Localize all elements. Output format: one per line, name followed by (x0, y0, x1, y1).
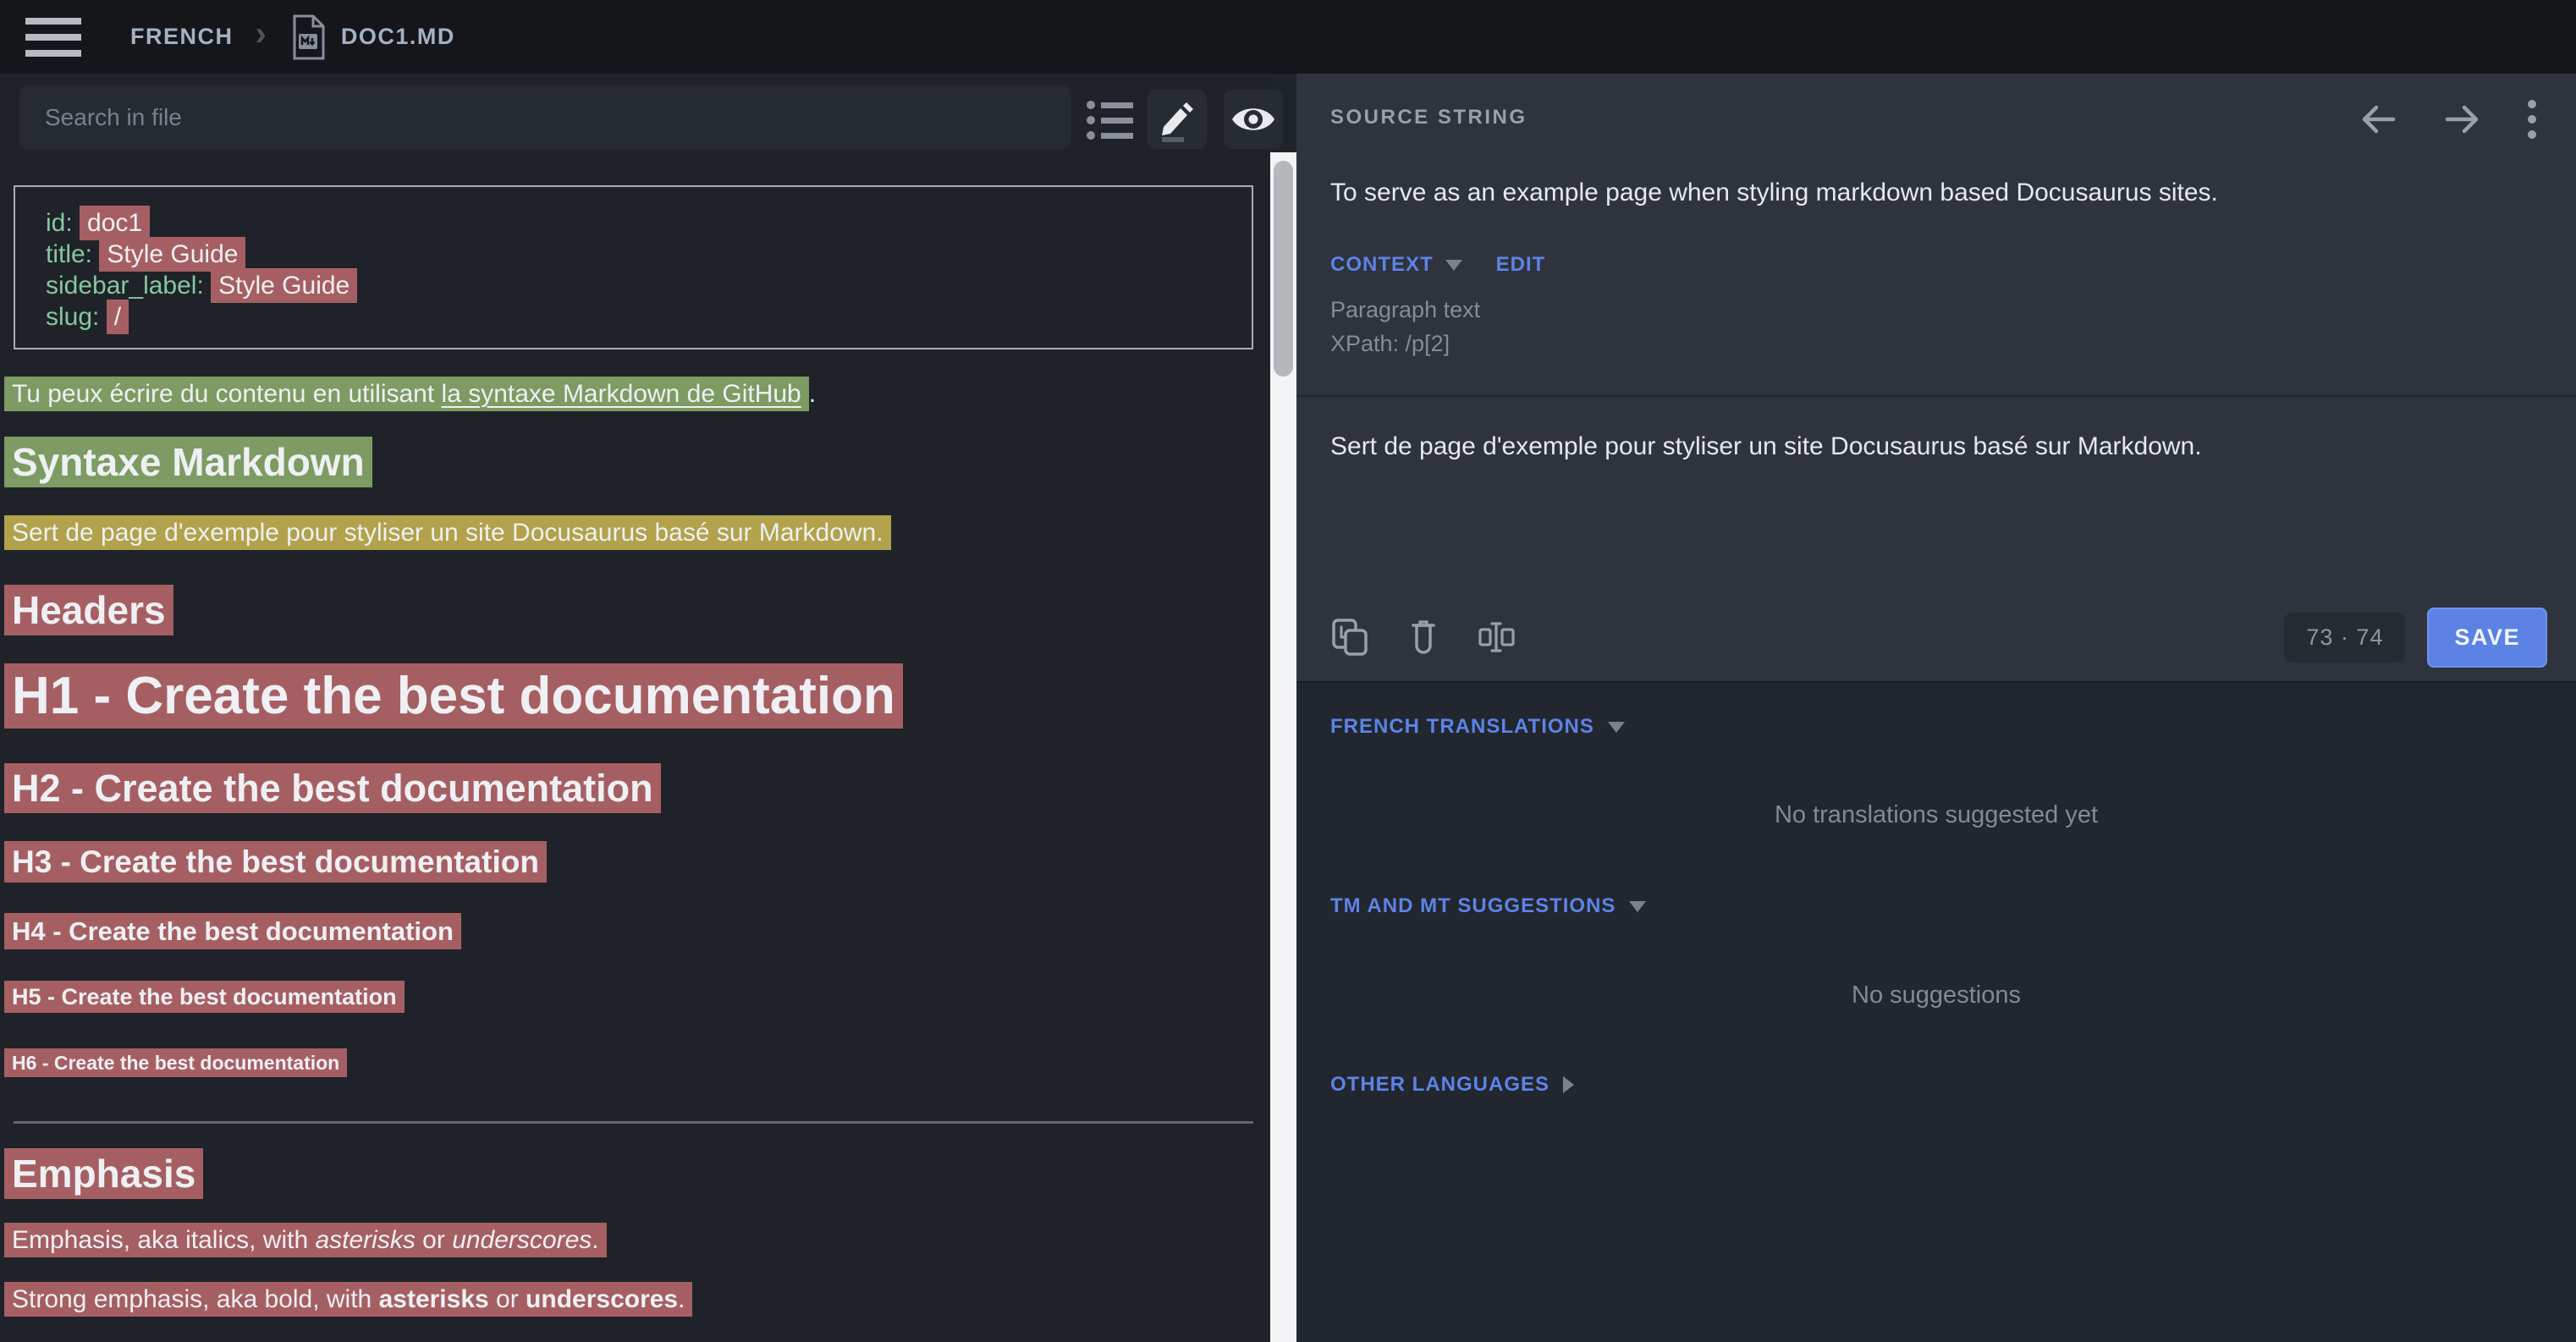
markdown-file-icon (289, 14, 328, 61)
translation-input[interactable]: Sert de page d'exemple pour styliser un … (1330, 429, 2525, 581)
text-cursor-field-icon (1478, 617, 1516, 657)
context-toggle[interactable]: CONTEXT (1330, 253, 1434, 277)
string-heading-headers[interactable]: Headers (4, 587, 173, 633)
delete-translation-button[interactable] (1406, 617, 1440, 657)
string-h3[interactable]: H3 - Create the best documentation (4, 844, 547, 880)
breadcrumb-file[interactable]: DOC1.MD (341, 24, 455, 50)
strong-text: . (678, 1285, 685, 1313)
arrow-right-icon (2442, 100, 2483, 139)
breadcrumb-separator: › (256, 15, 267, 53)
translation-toolbar: 73 · 74 SAVE (1330, 603, 2547, 671)
markdown-syntax-link[interactable]: la syntaxe Markdown de GitHub (442, 380, 801, 408)
chevron-right-icon[interactable] (1563, 1076, 1574, 1093)
copy-source-icon (1330, 617, 1369, 657)
previous-string-button[interactable] (2358, 100, 2398, 139)
horizontal-rule (14, 1121, 1253, 1124)
editor-divider (1296, 395, 2576, 397)
intro-period: . (809, 380, 816, 408)
string-active-paragraph[interactable]: Sert de page d'exemple pour styliser un … (4, 519, 891, 547)
em-text: or (416, 1226, 452, 1254)
scrollbar-thumb[interactable] (1274, 161, 1293, 377)
next-string-button[interactable] (2442, 100, 2483, 139)
string-frontmatter-sidebar-label[interactable]: Style Guide (211, 268, 357, 303)
character-counter: 73 · 74 (2284, 613, 2405, 663)
preview-mode-button[interactable] (1224, 90, 1283, 149)
frontmatter-key: slug: (46, 303, 107, 331)
frontmatter-key: id: (46, 209, 80, 237)
pencil-icon (1155, 96, 1199, 142)
other-languages-toggle[interactable]: OTHER LANGUAGES (1330, 1073, 1549, 1097)
frontmatter-key: sidebar_label: (46, 272, 211, 300)
suggestions-area: FRENCH TRANSLATIONS No translations sugg… (1296, 681, 2576, 1342)
edit-context-link[interactable]: EDIT (1496, 253, 1546, 277)
arrow-left-icon (2358, 100, 2398, 139)
string-frontmatter-title[interactable]: Style Guide (99, 237, 245, 272)
string-emphasis-bold[interactable]: Strong emphasis, aka bold, with asterisk… (4, 1285, 692, 1314)
frontmatter-key: title: (46, 240, 99, 268)
string-h5[interactable]: H5 - Create the best documentation (4, 984, 405, 1010)
more-options-button[interactable] (2527, 99, 2537, 140)
chevron-down-icon[interactable] (1445, 260, 1462, 271)
string-h2[interactable]: H2 - Create the best documentation (4, 767, 661, 811)
intro-text: Tu peux écrire du contenu en utilisant (12, 380, 442, 408)
eye-icon (1230, 100, 1277, 139)
top-bar: FRENCH › DOC1.MD (0, 0, 2576, 74)
string-h1[interactable]: H1 - Create the best documentation (4, 666, 903, 726)
string-heading-syntaxe-markdown[interactable]: Syntaxe Markdown (4, 439, 372, 485)
copy-source-button[interactable] (1330, 617, 1369, 657)
translations-empty-text: No translations suggested yet (1296, 801, 2576, 829)
document-scrollbar[interactable] (1270, 152, 1296, 1342)
source-string-text: To serve as an example page when styling… (1330, 175, 2525, 211)
edit-mode-button[interactable] (1148, 90, 1207, 149)
french-translations-toggle[interactable]: FRENCH TRANSLATIONS (1330, 715, 1594, 739)
em-italic-word: underscores (452, 1226, 592, 1254)
string-emphasis-italics[interactable]: Emphasis, aka italics, with asterisks or… (4, 1226, 607, 1255)
chevron-down-icon[interactable] (1629, 901, 1646, 912)
em-text: Emphasis, aka italics, with (12, 1226, 315, 1254)
document-preview-panel: id: doc1 title: Style Guide sidebar_labe… (0, 74, 1270, 1342)
breadcrumb-project[interactable]: FRENCH (130, 24, 234, 50)
string-intro-paragraph[interactable]: Tu peux écrire du contenu en utilisant l… (4, 380, 816, 409)
hamburger-menu-icon[interactable] (25, 18, 81, 57)
strong-bold-word: underscores (526, 1285, 678, 1313)
context-type-text: Paragraph text (1330, 297, 1480, 323)
chevron-down-icon[interactable] (1608, 722, 1625, 733)
suggestions-empty-text: No suggestions (1296, 982, 2576, 1009)
strong-bold-word: asterisks (379, 1285, 489, 1313)
strings-list-icon[interactable] (1087, 99, 1134, 141)
strong-text: Strong emphasis, aka bold, with (12, 1285, 379, 1313)
save-button[interactable]: SAVE (2427, 608, 2547, 668)
clear-translation-button[interactable] (1478, 617, 1516, 657)
search-input[interactable] (19, 85, 1071, 149)
em-italic-word: asterisks (315, 1226, 415, 1254)
em-text: . (592, 1226, 598, 1254)
string-heading-emphasis[interactable]: Emphasis (4, 1151, 203, 1196)
translation-editor-panel: SOURCE STRING To serve as an example pag… (1296, 74, 2576, 1342)
string-frontmatter-id[interactable]: doc1 (80, 206, 150, 240)
frontmatter-code-block: id: doc1 title: Style Guide sidebar_labe… (14, 185, 1253, 349)
string-frontmatter-slug[interactable]: / (107, 300, 129, 334)
source-string-label: SOURCE STRING (1330, 106, 1527, 129)
string-h4[interactable]: H4 - Create the best documentation (4, 916, 461, 947)
context-xpath-text: XPath: /p[2] (1330, 331, 1450, 357)
strong-text: or (489, 1285, 526, 1313)
tm-mt-suggestions-toggle[interactable]: TM AND MT SUGGESTIONS (1330, 894, 1616, 918)
trash-icon (1406, 617, 1440, 657)
string-h6[interactable]: H6 - Create the best documentation (4, 1052, 347, 1075)
kebab-menu-icon (2527, 99, 2537, 140)
